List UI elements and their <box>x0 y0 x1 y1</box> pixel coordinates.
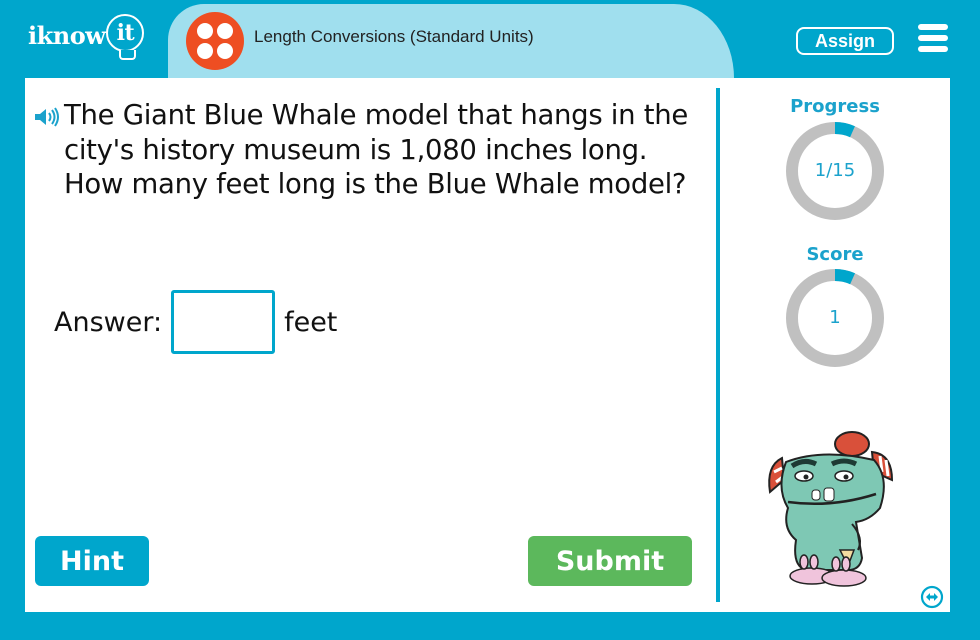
four-dots-icon <box>186 12 244 70</box>
iknowit-logo[interactable]: iknow it <box>28 14 145 60</box>
hint-button[interactable]: Hint <box>35 536 149 586</box>
activity-title: Length Conversions (Standard Units) <box>254 27 534 46</box>
answer-row: Answer: feet <box>54 290 337 354</box>
progress-value: 1/15 <box>814 160 856 181</box>
swap-arrows-icon[interactable] <box>920 585 944 609</box>
assign-button[interactable]: Assign <box>796 27 894 55</box>
logo-text: iknow <box>28 20 106 50</box>
unit-label: feet <box>284 306 338 338</box>
progress-label: Progress <box>790 96 880 117</box>
answer-input[interactable] <box>171 290 276 354</box>
submit-button[interactable]: Submit <box>528 536 692 586</box>
monster-mascot-illustration <box>768 431 894 587</box>
lightbulb-icon: it <box>106 14 145 60</box>
score-label: Score <box>806 244 864 265</box>
answer-label: Answer: <box>54 306 163 338</box>
score-value: 1 <box>829 307 841 328</box>
question-text: The Giant Blue Whale model that hangs in… <box>64 99 688 200</box>
panel-divider <box>716 88 720 602</box>
hamburger-menu-icon[interactable] <box>918 24 948 52</box>
speaker-icon[interactable] <box>33 106 61 128</box>
logo-bulb-text: it <box>116 20 135 46</box>
app-window: iknow it Length Conversions (Standard Uni… <box>0 0 980 640</box>
